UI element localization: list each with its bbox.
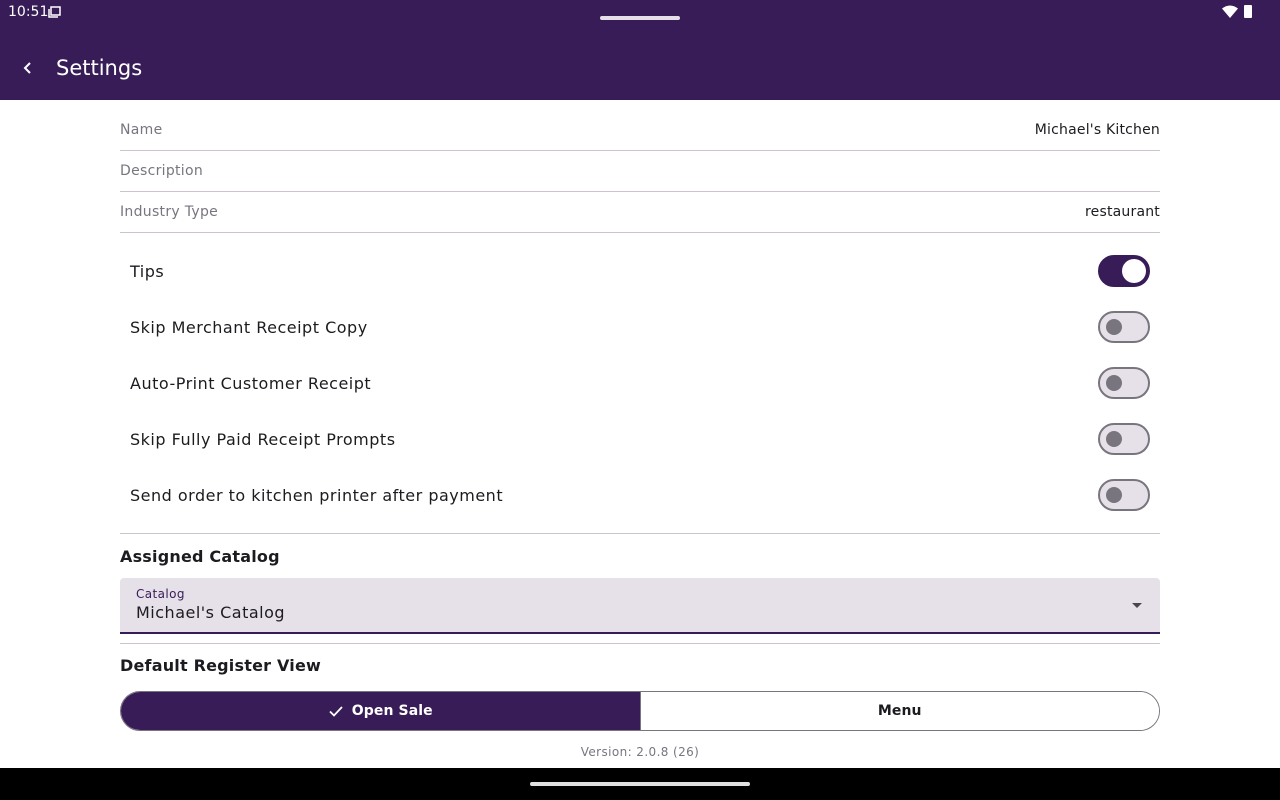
switch-thumb bbox=[1106, 319, 1122, 335]
info-label: Description bbox=[120, 163, 204, 179]
info-row-industry-type: Industry Type restaurant bbox=[120, 192, 1160, 233]
switch[interactable] bbox=[1098, 479, 1150, 511]
info-row-description: Description bbox=[120, 151, 1160, 192]
switch-thumb bbox=[1122, 259, 1146, 283]
navigation-bar bbox=[0, 768, 1280, 800]
info-value: restaurant bbox=[1085, 204, 1160, 220]
toggle-row-send-order-to-kitchen-printer[interactable]: Send order to kitchen printer after paym… bbox=[120, 467, 1160, 523]
home-handle[interactable] bbox=[530, 782, 750, 786]
toggle-label: Auto-Print Customer Receipt bbox=[130, 373, 372, 393]
toggle-label: Send order to kitchen printer after paym… bbox=[130, 485, 504, 505]
assigned-catalog-title: Assigned Catalog bbox=[120, 547, 280, 566]
info-label: Industry Type bbox=[120, 204, 219, 220]
version-text: Version: 2.0.8 (26) bbox=[580, 745, 700, 759]
toggle-row-skip-fully-paid-receipt-prompts[interactable]: Skip Fully Paid Receipt Prompts bbox=[120, 411, 1160, 467]
toggle-row-skip-merchant-receipt-copy[interactable]: Skip Merchant Receipt Copy bbox=[120, 299, 1160, 355]
toggle-label: Tips bbox=[130, 261, 165, 281]
segment-label: Open Sale bbox=[351, 703, 433, 719]
back-button[interactable] bbox=[14, 54, 42, 82]
switch[interactable] bbox=[1098, 311, 1150, 343]
segment-label: Menu bbox=[877, 703, 922, 719]
status-time: 10:51 bbox=[8, 4, 49, 20]
switch[interactable] bbox=[1098, 367, 1150, 399]
catalog-select[interactable]: Catalog Michael's Catalog bbox=[120, 578, 1160, 634]
page-title: Settings bbox=[56, 56, 143, 80]
toggle-list: Tips Skip Merchant Receipt Copy Auto-Pri… bbox=[120, 233, 1160, 534]
default-register-view-title: Default Register View bbox=[120, 656, 321, 675]
top-app-bar: 10:51 Settings bbox=[0, 0, 1280, 100]
toggle-label: Skip Fully Paid Receipt Prompts bbox=[130, 429, 396, 449]
switch[interactable] bbox=[1098, 423, 1150, 455]
check-icon bbox=[329, 706, 343, 717]
battery-icon bbox=[1244, 5, 1252, 18]
divider bbox=[120, 634, 1160, 644]
catalog-select-label: Catalog bbox=[136, 587, 185, 601]
wifi-icon bbox=[1222, 5, 1238, 18]
segment-open-sale[interactable]: Open Sale bbox=[121, 692, 640, 730]
info-label: Name bbox=[120, 122, 163, 138]
toggle-row-tips[interactable]: Tips bbox=[120, 243, 1160, 299]
segment-menu[interactable]: Menu bbox=[639, 692, 1159, 730]
switch-thumb bbox=[1106, 375, 1122, 391]
switch-thumb bbox=[1106, 431, 1122, 447]
info-value: Michael's Kitchen bbox=[1034, 122, 1160, 138]
toggle-row-auto-print-customer-receipt[interactable]: Auto-Print Customer Receipt bbox=[120, 355, 1160, 411]
gesture-pill bbox=[600, 16, 680, 20]
catalog-select-value: Michael's Catalog bbox=[136, 603, 286, 622]
toggle-label: Skip Merchant Receipt Copy bbox=[130, 317, 368, 337]
dropdown-arrow-icon bbox=[1132, 603, 1142, 608]
register-view-segmented-button: Open Sale Menu bbox=[120, 691, 1160, 731]
screen-icon bbox=[48, 6, 61, 18]
settings-content: Name Michael's Kitchen Description Indus… bbox=[120, 100, 1160, 759]
info-row-name: Name Michael's Kitchen bbox=[120, 100, 1160, 151]
switch-thumb bbox=[1106, 487, 1122, 503]
arrow-back-icon bbox=[23, 62, 31, 74]
switch[interactable] bbox=[1098, 255, 1150, 287]
